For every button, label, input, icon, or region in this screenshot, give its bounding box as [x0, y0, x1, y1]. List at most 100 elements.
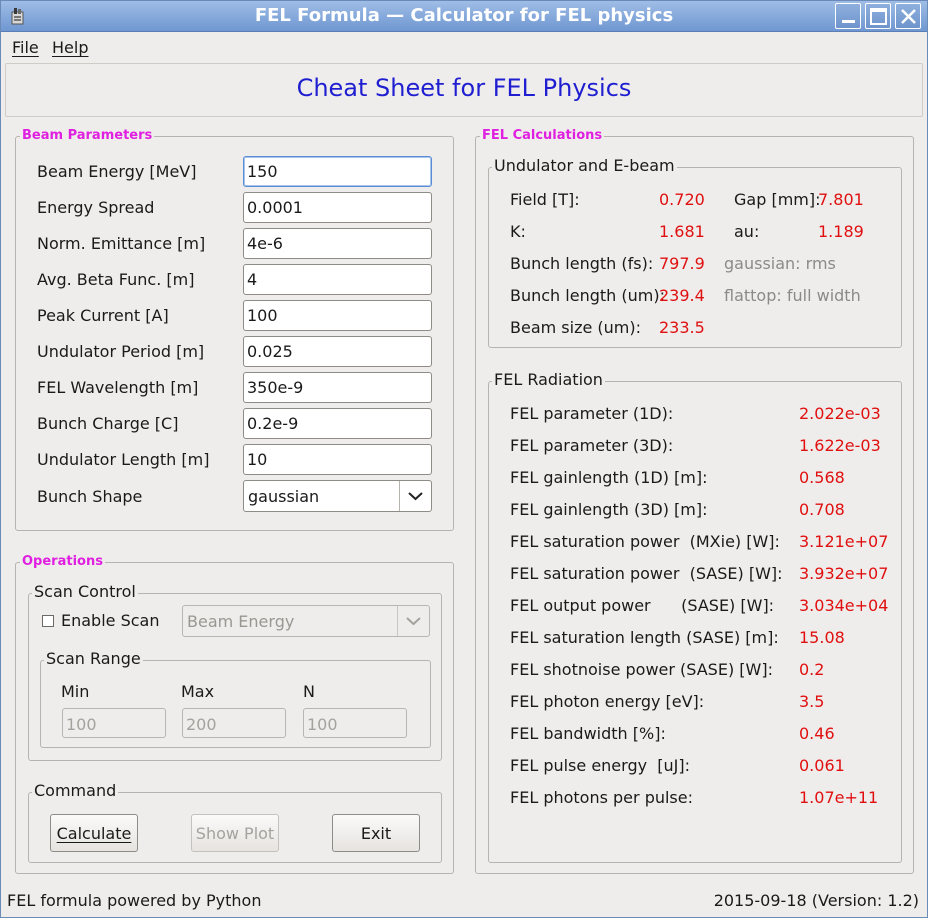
- radiation-value: 1.622e-03: [799, 436, 881, 455]
- bunch-shape-value: gaussian: [248, 487, 320, 506]
- gap-label: Gap [mm]:: [734, 190, 821, 209]
- header-panel: Cheat Sheet for FEL Physics: [5, 63, 923, 117]
- exit-label: Exit: [360, 824, 392, 843]
- radiation-value: 1.07e+11: [799, 788, 879, 807]
- radiation-label: FEL parameter (3D):: [510, 436, 674, 455]
- energy-spread-input[interactable]: [243, 192, 432, 223]
- radiation-value: 0.2: [799, 660, 825, 679]
- beam-parameters-group: Beam Parameters Beam Energy [MeV] Energy…: [15, 128, 454, 531]
- bunch-length-um-label: Bunch length (um):: [510, 286, 665, 305]
- chevron-down-icon[interactable]: [399, 481, 431, 511]
- bunch-length-um-note: flattop: full width: [724, 286, 861, 305]
- norm-emittance-label: Norm. Emittance [m]: [37, 234, 206, 253]
- scan-range-group: Scan Range Min Max N 100 200 100: [40, 649, 431, 748]
- radiation-label: FEL shotnoise power (SASE) [W]:: [510, 660, 773, 679]
- avg-beta-label: Avg. Beta Func. [m]: [37, 270, 195, 289]
- title-bar[interactable]: FEL Formula — Calculator for FEL physics: [1, 1, 927, 32]
- fel-calculations-title: FEL Calculations: [480, 128, 605, 143]
- scan-param-value: Beam Energy: [187, 612, 295, 631]
- menu-help[interactable]: Help: [52, 38, 88, 57]
- fel-radiation-group: FEL Radiation FEL parameter (1D): 2.022e…: [488, 370, 902, 863]
- exit-button[interactable]: Exit: [332, 814, 420, 852]
- energy-spread-label: Energy Spread: [37, 198, 155, 217]
- bunch-shape-label: Bunch Shape: [37, 487, 143, 506]
- undulator-period-input[interactable]: [243, 336, 432, 367]
- fel-wavelength-label: FEL Wavelength [m]: [37, 378, 199, 397]
- radiation-label: FEL pulse energy [uJ]:: [510, 756, 690, 775]
- radiation-value: 0.46: [799, 724, 835, 743]
- peak-current-label: Peak Current [A]: [37, 306, 169, 325]
- operations-group: Operations Scan Control Enable Scan Beam…: [15, 554, 454, 874]
- min-label: Min: [61, 682, 90, 701]
- radiation-value: 3.5: [799, 692, 825, 711]
- menu-file[interactable]: File: [12, 38, 39, 57]
- radiation-label: FEL saturation power (SASE) [W]:: [510, 564, 783, 583]
- norm-emittance-input[interactable]: [243, 228, 432, 259]
- fel-wavelength-input[interactable]: [243, 372, 432, 403]
- minimize-icon: [842, 20, 855, 23]
- min-input[interactable]: 100: [62, 708, 166, 738]
- field-label: Field [T]:: [510, 190, 580, 209]
- bunch-length-fs-note: gaussian: rms: [724, 254, 836, 273]
- minimize-button[interactable]: [835, 3, 861, 29]
- chevron-down-icon[interactable]: [397, 606, 429, 636]
- enable-scan-checkbox[interactable]: [42, 615, 54, 627]
- scan-control-group: Scan Control Enable Scan Beam Energy Sca…: [28, 582, 442, 761]
- bunch-charge-input[interactable]: [243, 408, 432, 439]
- calculate-label: Calculate: [56, 824, 132, 843]
- bunch-length-fs-value: 797.9: [659, 254, 705, 273]
- radiation-label: FEL gainlength (1D) [m]:: [510, 468, 708, 487]
- enable-scan-label[interactable]: Enable Scan: [61, 611, 159, 630]
- command-title: Command: [32, 781, 119, 800]
- undulator-length-input[interactable]: [243, 444, 432, 475]
- main-window: FEL Formula — Calculator for FEL physics…: [0, 0, 928, 918]
- radiation-value: 2.022e-03: [799, 404, 881, 423]
- fel-calculations-group: FEL Calculations Undulator and E-beam Fi…: [475, 128, 914, 874]
- fel-radiation-title: FEL Radiation: [492, 370, 605, 389]
- radiation-value: 0.061: [799, 756, 845, 775]
- bunch-shape-select[interactable]: gaussian: [243, 480, 432, 512]
- scan-param-select[interactable]: Beam Energy: [182, 605, 430, 637]
- beam-energy-input[interactable]: [243, 156, 432, 187]
- beam-size-value: 233.5: [659, 318, 705, 337]
- radiation-value: 0.568: [799, 468, 845, 487]
- scan-control-title: Scan Control: [32, 582, 138, 601]
- window-title: FEL Formula — Calculator for FEL physics: [254, 5, 674, 26]
- maximize-button[interactable]: [865, 3, 891, 29]
- undulator-length-label: Undulator Length [m]: [37, 450, 210, 469]
- bunch-length-um-value: 239.4: [659, 286, 705, 305]
- page-title: Cheat Sheet for FEL Physics: [296, 74, 632, 102]
- gap-value: 7.801: [818, 190, 864, 209]
- calculate-button[interactable]: Calculate: [50, 814, 138, 852]
- show-plot-button[interactable]: Show Plot: [191, 814, 279, 852]
- radiation-label: FEL photons per pulse:: [510, 788, 693, 807]
- au-label: au:: [734, 222, 760, 241]
- beam-parameters-title: Beam Parameters: [20, 128, 155, 143]
- radiation-label: FEL photon energy [eV]:: [510, 692, 705, 711]
- menu-bar: File Help: [1, 32, 927, 62]
- close-icon: [901, 9, 916, 24]
- field-value: 0.720: [659, 190, 705, 209]
- status-left: FEL formula powered by Python: [7, 891, 262, 910]
- bunch-length-fs-label: Bunch length (fs):: [510, 254, 654, 273]
- undulator-ebeam-title: Undulator and E-beam: [492, 156, 677, 175]
- operations-title: Operations: [20, 554, 105, 569]
- n-label: N: [303, 682, 315, 701]
- avg-beta-input[interactable]: [243, 264, 432, 295]
- k-value: 1.681: [659, 222, 705, 241]
- beam-size-label: Beam size (um):: [510, 318, 642, 337]
- k-label: K:: [510, 222, 526, 241]
- maximize-icon: [870, 8, 887, 25]
- max-input[interactable]: 200: [182, 708, 286, 738]
- command-group: Command Calculate Show Plot Exit: [28, 781, 442, 863]
- n-input[interactable]: 100: [303, 708, 407, 738]
- radiation-label: FEL output power (SASE) [W]:: [510, 596, 775, 615]
- radiation-value: 15.08: [799, 628, 845, 647]
- au-value: 1.189: [818, 222, 864, 241]
- radiation-label: FEL saturation length (SASE) [m]:: [510, 628, 779, 647]
- close-button[interactable]: [895, 3, 921, 29]
- radiation-label: FEL saturation power (MXie) [W]:: [510, 532, 780, 551]
- peak-current-input[interactable]: [243, 300, 432, 331]
- max-label: Max: [181, 682, 215, 701]
- radiation-value: 3.121e+07: [799, 532, 889, 551]
